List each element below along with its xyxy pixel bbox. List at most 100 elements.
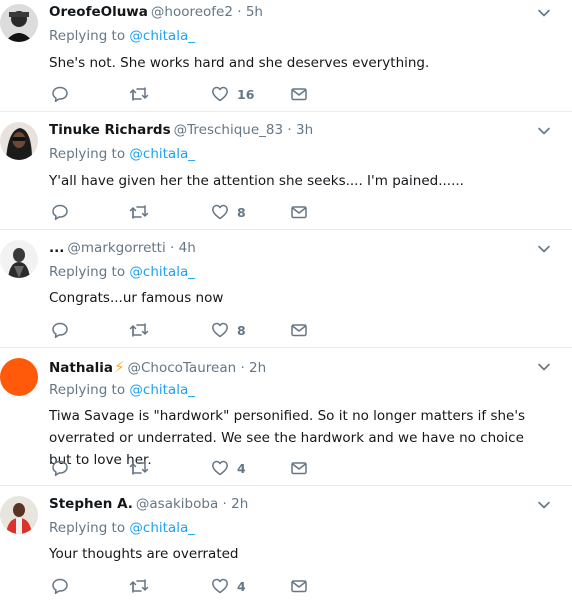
tweet[interactable]: Nathalia⚡ @ChocoTaurean · 2h Replying to … xyxy=(0,348,572,486)
action-bar: 8 xyxy=(49,202,349,222)
retweet-icon xyxy=(129,205,149,219)
like-icon xyxy=(212,460,228,476)
avatar[interactable] xyxy=(0,496,38,534)
user-handle[interactable]: @asakiboba xyxy=(136,496,218,512)
reply-button[interactable] xyxy=(51,320,69,340)
lightning-emoji-icon: ⚡ xyxy=(113,358,125,376)
reply-button[interactable] xyxy=(51,84,69,104)
separator-dot: · xyxy=(237,4,242,20)
avatar[interactable] xyxy=(0,4,38,42)
chevron-down-icon[interactable] xyxy=(537,6,551,20)
separator-dot: · xyxy=(240,360,245,376)
like-count: 4 xyxy=(237,460,246,476)
like-button[interactable]: 8 xyxy=(211,320,246,340)
timestamp[interactable]: 2h xyxy=(231,496,248,512)
action-bar: 8 xyxy=(49,320,349,340)
timestamp[interactable]: 2h xyxy=(249,360,266,376)
display-name[interactable]: OreofeOluwa xyxy=(49,4,148,20)
tweet-text: Congrats...ur famous now xyxy=(49,290,224,306)
mention-link[interactable]: @chitala_ xyxy=(129,146,195,162)
message-icon xyxy=(291,324,307,337)
tweet-header: Stephen A. @asakiboba · 2h xyxy=(49,496,248,512)
like-icon xyxy=(212,204,228,220)
chevron-down-icon[interactable] xyxy=(537,360,551,374)
retweet-icon xyxy=(129,579,149,593)
avatar[interactable] xyxy=(0,240,38,278)
action-bar: 16 xyxy=(49,84,349,104)
user-handle[interactable]: @ChocoTaurean xyxy=(128,360,237,376)
timestamp[interactable]: 4h xyxy=(179,240,196,256)
retweet-button[interactable] xyxy=(129,320,149,340)
tweet[interactable]: OreofeOluwa @hooreofe2 · 5h Replying to @… xyxy=(0,0,572,112)
direct-message-button[interactable] xyxy=(290,458,308,478)
retweet-icon xyxy=(129,323,149,337)
retweet-icon xyxy=(129,461,149,475)
retweet-button[interactable] xyxy=(129,576,149,596)
replying-label: Replying to xyxy=(49,28,126,44)
reply-button[interactable] xyxy=(51,202,69,222)
replying-to: Replying to @chitala_ xyxy=(49,28,195,44)
retweet-button[interactable] xyxy=(129,202,149,222)
replying-to: Replying to @chitala_ xyxy=(49,382,195,398)
reply-button[interactable] xyxy=(51,576,69,596)
chevron-down-icon[interactable] xyxy=(537,242,551,256)
mention-link[interactable]: @chitala_ xyxy=(129,28,195,44)
like-count: 16 xyxy=(237,86,255,102)
timestamp[interactable]: 3h xyxy=(296,122,313,138)
reply-icon xyxy=(52,460,68,477)
chevron-down-icon[interactable] xyxy=(537,498,551,512)
user-handle[interactable]: @hooreofe2 xyxy=(151,4,233,20)
reply-button[interactable] xyxy=(51,458,69,478)
mention-link[interactable]: @chitala_ xyxy=(129,264,195,280)
tweet[interactable]: Stephen A. @asakiboba · 2h Replying to @c… xyxy=(0,486,572,602)
like-count: 4 xyxy=(237,578,246,594)
retweet-button[interactable] xyxy=(129,84,149,104)
retweet-button[interactable] xyxy=(129,458,149,478)
like-icon xyxy=(212,86,228,102)
tweet-text: Y'all have given her the attention she s… xyxy=(49,173,464,189)
reply-icon xyxy=(52,204,68,221)
reply-icon xyxy=(52,86,68,103)
avatar[interactable] xyxy=(0,122,38,160)
user-handle[interactable]: @markgorretti xyxy=(67,240,165,256)
action-bar: 4 xyxy=(49,458,349,478)
direct-message-button[interactable] xyxy=(290,576,308,596)
message-icon xyxy=(291,206,307,219)
direct-message-button[interactable] xyxy=(290,202,308,222)
like-count: 8 xyxy=(237,322,246,338)
like-button[interactable]: 4 xyxy=(211,576,246,596)
retweet-icon xyxy=(129,87,149,101)
separator-dot: · xyxy=(222,496,227,512)
like-button[interactable]: 16 xyxy=(211,84,254,104)
message-icon xyxy=(291,462,307,475)
like-button[interactable]: 8 xyxy=(211,202,246,222)
replying-label: Replying to xyxy=(49,146,126,162)
mention-link[interactable]: @chitala_ xyxy=(129,520,195,536)
timestamp[interactable]: 5h xyxy=(246,4,263,20)
tweet-header: Tinuke Richards @Treschique_83 · 3h xyxy=(49,122,313,138)
display-name[interactable]: ... xyxy=(49,240,64,256)
display-name[interactable]: Stephen A. xyxy=(49,496,133,512)
replying-label: Replying to xyxy=(49,264,126,280)
replying-to: Replying to @chitala_ xyxy=(49,146,195,162)
chevron-down-icon[interactable] xyxy=(537,124,551,138)
replying-to: Replying to @chitala_ xyxy=(49,520,195,536)
direct-message-button[interactable] xyxy=(290,320,308,340)
display-name[interactable]: Tinuke Richards xyxy=(49,122,171,138)
direct-message-button[interactable] xyxy=(290,84,308,104)
display-name[interactable]: Nathalia xyxy=(49,360,113,376)
tweet[interactable]: ... @markgorretti · 4h Replying to @chita… xyxy=(0,230,572,348)
separator-dot: · xyxy=(170,240,175,256)
mention-link[interactable]: @chitala_ xyxy=(129,382,195,398)
message-icon xyxy=(291,580,307,593)
tweet[interactable]: Tinuke Richards @Treschique_83 · 3h Reply… xyxy=(0,112,572,230)
avatar[interactable] xyxy=(0,358,38,396)
like-count: 8 xyxy=(237,204,246,220)
separator-dot: · xyxy=(287,122,292,138)
replying-label: Replying to xyxy=(49,520,126,536)
user-handle[interactable]: @Treschique_83 xyxy=(174,122,283,138)
like-icon xyxy=(212,578,228,594)
replying-label: Replying to xyxy=(49,382,126,398)
like-button[interactable]: 4 xyxy=(211,458,246,478)
action-bar: 4 xyxy=(49,576,349,596)
